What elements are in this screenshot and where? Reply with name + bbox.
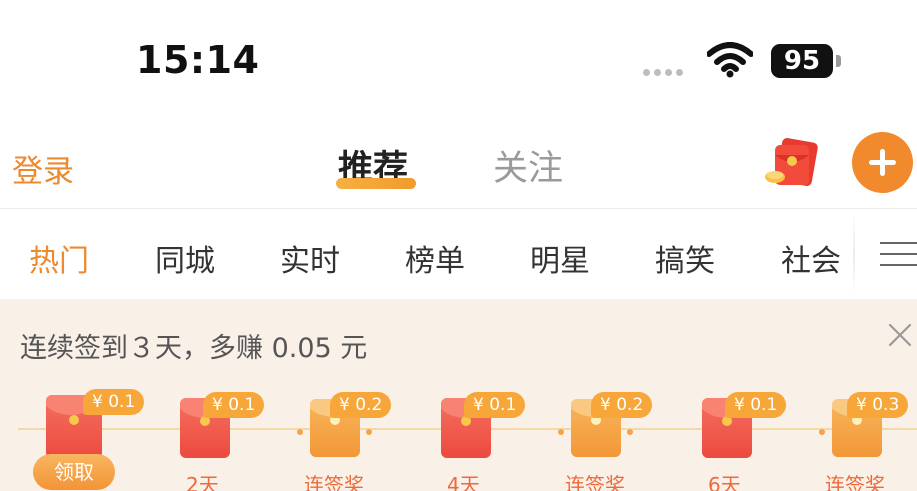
status-bar: 15:14 95 [0,0,917,110]
reward-badge: ¥ 0.1 [83,389,145,415]
battery-level: 95 [771,44,833,78]
channel-hot[interactable]: 热门 [29,236,89,280]
reward-badge: ¥ 0.3 [847,392,909,418]
close-icon[interactable] [886,321,914,349]
channel-stars[interactable]: 明星 [530,236,590,280]
tab-follow[interactable]: 关注 [493,140,563,191]
reward-badge: ¥ 0.1 [203,392,265,418]
day-label: 6天 [708,473,741,491]
red-packet-icon [765,138,818,186]
status-time: 15:14 [136,38,260,82]
signin-panel: 连续签到３天，多赚 0.05 元 ¥ 0.1 领取 ¥ 0.1 2天 ¥ 0.2… [0,299,917,491]
day-label: 连签奖 [825,473,885,491]
red-packet-button[interactable] [763,135,821,189]
battery-cap [836,55,841,67]
channel-local[interactable]: 同城 [155,236,215,280]
login-button[interactable]: 登录 [12,146,74,191]
top-nav: 登录 推荐 关注 [0,110,917,208]
reward-badge: ¥ 0.2 [330,392,392,418]
day-label: 2天 [186,473,219,491]
signal-icon [643,69,683,76]
reward-badge: ¥ 0.1 [464,392,526,418]
add-button[interactable] [852,132,913,193]
plus-icon [869,149,896,176]
wifi-icon [707,42,753,78]
channel-funny[interactable]: 搞笑 [655,236,715,280]
day-label: 4天 [447,473,480,491]
channel-realtime[interactable]: 实时 [280,236,340,280]
reward-badge: ¥ 0.1 [725,392,787,418]
claim-button[interactable]: 领取 [33,454,115,490]
day-label: 连签奖 [304,473,364,491]
channel-ranking[interactable]: 榜单 [405,236,465,280]
channel-bar: 热门 同城 实时 榜单 明星 搞笑 社会 [0,209,917,299]
channel-society[interactable]: 社会 [781,236,841,280]
reward-badge: ¥ 0.2 [591,392,653,418]
menu-separator [853,213,855,295]
menu-icon[interactable] [880,242,917,266]
day-label: 连签奖 [565,473,625,491]
signin-title: 连续签到３天，多赚 0.05 元 [20,333,368,364]
active-tab-indicator [336,178,416,189]
